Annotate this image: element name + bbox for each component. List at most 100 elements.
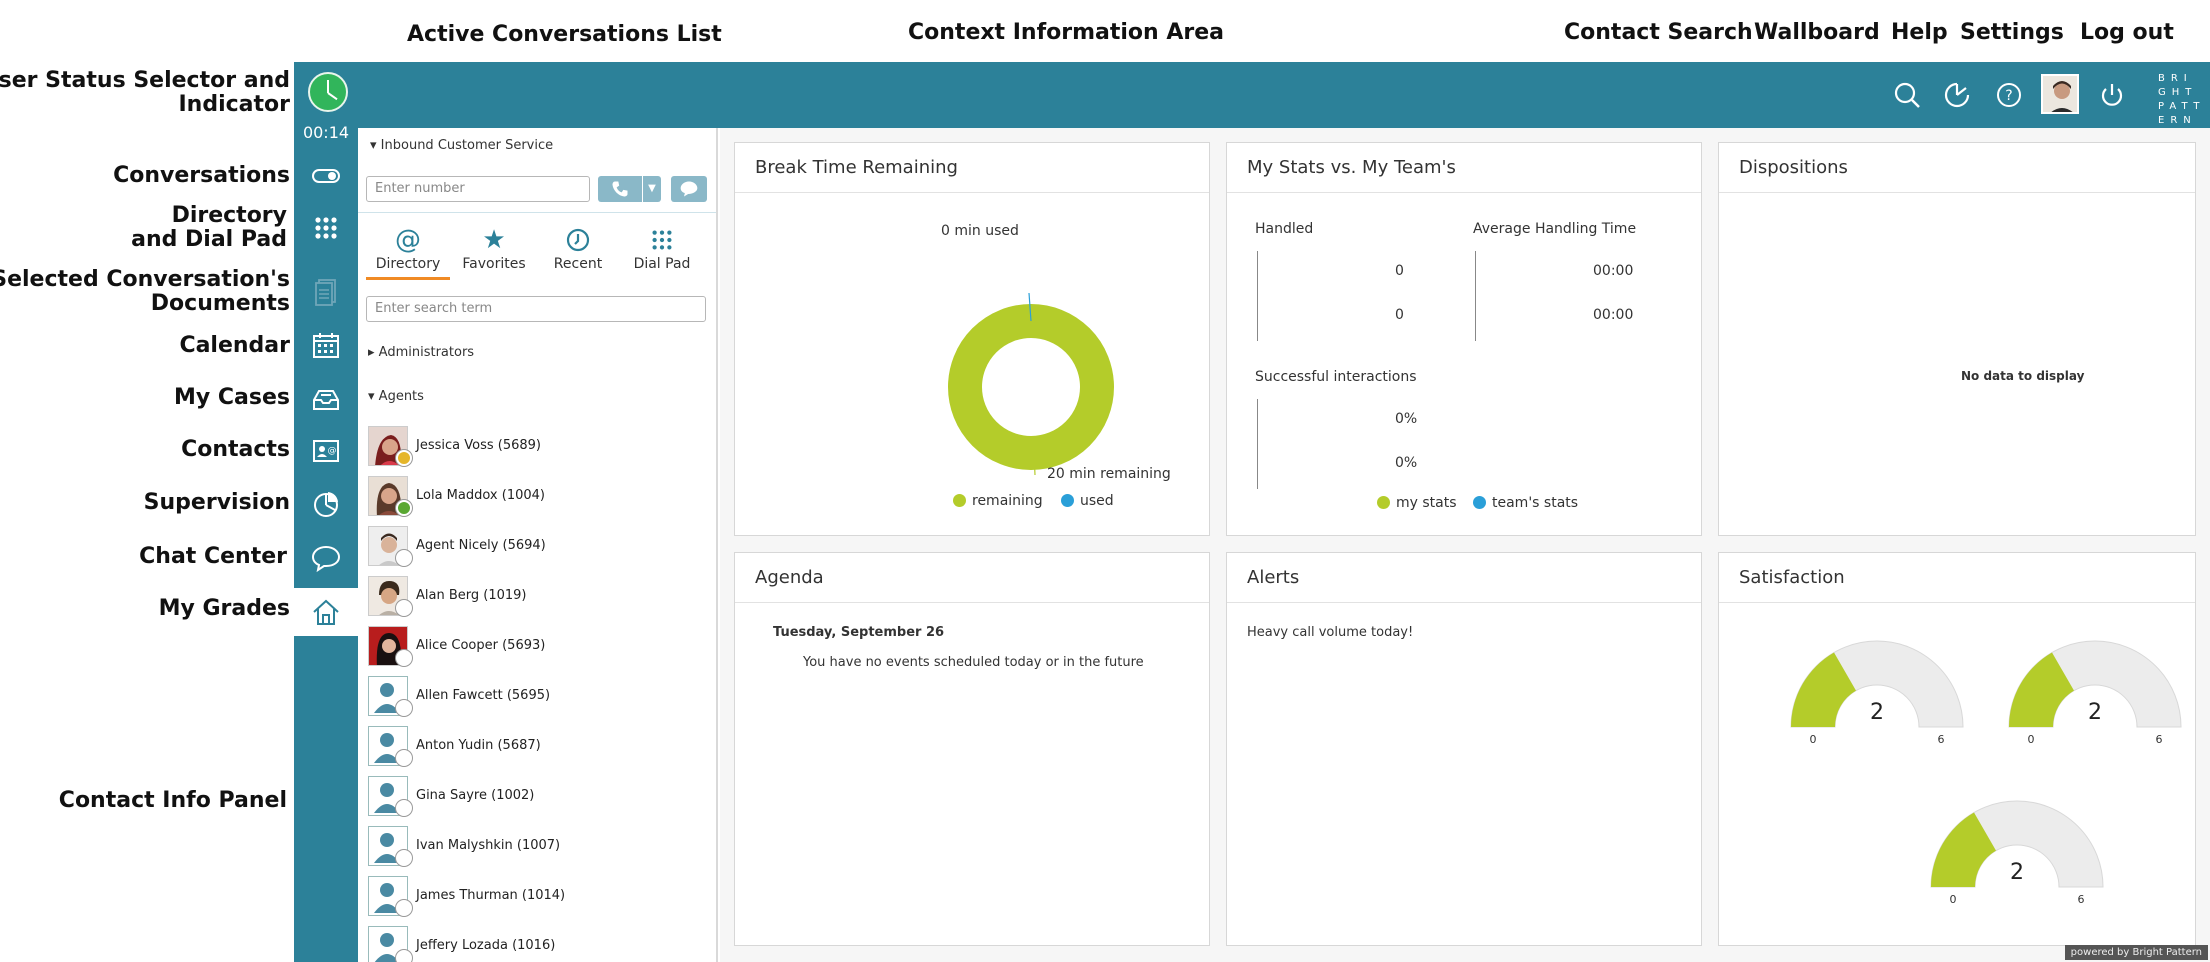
dialpad-icon[interactable] xyxy=(294,206,358,252)
documents-icon[interactable] xyxy=(294,268,358,314)
alerts-widget: Alerts Heavy call volume today! xyxy=(1226,552,1702,946)
aht-mine-value: 00:00 xyxy=(1593,263,1634,279)
contacts-icon[interactable]: @ xyxy=(294,428,358,474)
status-offline-icon xyxy=(396,950,412,962)
my-cases-icon[interactable] xyxy=(294,376,358,422)
gauge-max-label: 6 xyxy=(1938,733,1945,746)
satisfaction-widget: Satisfaction 2 0 6 2 0 6 2 0 6 xyxy=(1718,552,2196,946)
annotated-screenshot: Active Conversations List Context Inform… xyxy=(0,0,2210,962)
agent-name: Ivan Malyshkin (1007) xyxy=(416,838,561,853)
annotation-log-out: Log out xyxy=(2080,20,2174,45)
annotation-user-status: User Status Selector and xyxy=(0,68,290,93)
home-icon[interactable] xyxy=(294,588,358,636)
agent-name: James Thurman (1014) xyxy=(416,888,566,903)
chat-button[interactable] xyxy=(671,176,707,202)
group-administrators-label: Administrators xyxy=(378,345,475,360)
annotation-contact-search: Contact Search xyxy=(1564,20,1753,45)
tab-recent-label: Recent xyxy=(553,256,603,272)
handled-axis xyxy=(1257,251,1258,341)
legend-my-stats-label: my stats xyxy=(1396,495,1457,511)
agent-name: Jessica Voss (5689) xyxy=(416,438,541,453)
legend-my-stats: my stats xyxy=(1377,495,1457,511)
aht-label: Average Handling Time xyxy=(1473,221,1637,237)
at-icon: @ xyxy=(395,225,421,255)
agent-name: Anton Yudin (5687) xyxy=(416,738,541,753)
annotation-supervision: Supervision xyxy=(143,490,290,515)
list-item[interactable]: Gina Sayre (1002) xyxy=(368,774,708,818)
tab-favorites[interactable]: ★ Favorites xyxy=(452,224,536,280)
directory-panel: Inbound Customer Service Enter number ▼ … xyxy=(358,128,718,962)
star-icon: ★ xyxy=(482,225,506,255)
list-item[interactable]: Jessica Voss (5689) xyxy=(368,424,708,468)
list-item[interactable]: Alan Berg (1019) xyxy=(368,574,708,618)
successful-mine-value: 0% xyxy=(1395,411,1418,427)
number-input[interactable]: Enter number xyxy=(366,176,590,202)
annotation-directory-2: and Dial Pad xyxy=(131,227,287,252)
dial-options-chevron-down-icon[interactable]: ▼ xyxy=(643,176,661,202)
annotation-my-grades: My Grades xyxy=(158,596,290,621)
widget-title: Alerts xyxy=(1227,553,1701,603)
settings-avatar[interactable] xyxy=(2041,74,2079,114)
list-item[interactable]: Lola Maddox (1004) xyxy=(368,474,708,518)
my-stats-widget: My Stats vs. My Team's Handled 0 0 Avera… xyxy=(1226,142,1702,536)
user-status-clock-icon[interactable] xyxy=(308,72,348,112)
list-item[interactable]: Ivan Malyshkin (1007) xyxy=(368,824,708,868)
legend-dot xyxy=(953,494,966,507)
aht-team-value: 00:00 xyxy=(1593,307,1634,323)
calendar-icon[interactable] xyxy=(294,322,358,368)
legend-used: used xyxy=(1061,493,1114,509)
remaining-label: 20 min remaining xyxy=(1047,466,1171,482)
list-item[interactable]: Alice Cooper (5693) xyxy=(368,624,708,668)
widget-title: Satisfaction xyxy=(1719,553,2195,603)
tab-directory-label: Directory xyxy=(375,256,441,272)
list-item[interactable]: Anton Yudin (5687) xyxy=(368,724,708,768)
dial-button[interactable] xyxy=(598,176,642,202)
agent-name: Allen Fawcett (5695) xyxy=(416,688,551,703)
gauge-min-label: 0 xyxy=(1950,893,1957,906)
power-icon[interactable] xyxy=(2095,78,2129,112)
caret-down-icon: ▾ xyxy=(368,389,379,404)
help-icon[interactable]: ? xyxy=(1992,78,2026,112)
group-administrators[interactable]: ▸ Administrators xyxy=(368,345,474,360)
directory-search-input[interactable]: Enter search term xyxy=(366,296,706,322)
dialpad-icon xyxy=(620,224,704,256)
tab-directory[interactable]: @ Directory xyxy=(366,224,450,280)
tab-recent[interactable]: Recent xyxy=(536,224,620,280)
status-offline-icon xyxy=(396,800,412,816)
recent-icon xyxy=(536,224,620,256)
status-offline-icon xyxy=(396,550,412,566)
agenda-message: You have no events scheduled today or in… xyxy=(803,655,1144,670)
satisfaction-gauges: 2 0 6 2 0 6 2 0 6 xyxy=(1790,640,2182,906)
conversations-icon[interactable] xyxy=(294,153,358,199)
supervision-icon[interactable] xyxy=(294,481,358,527)
tab-dial-pad[interactable]: Dial Pad xyxy=(620,224,704,280)
wallboard-icon[interactable] xyxy=(1940,78,1974,112)
used-label: 0 min used xyxy=(941,223,1019,239)
legend-dot xyxy=(1377,496,1390,509)
agent-name: Jeffery Lozada (1016) xyxy=(416,938,556,953)
successful-axis xyxy=(1257,399,1258,489)
queue-selector[interactable]: Inbound Customer Service xyxy=(370,138,553,153)
list-item[interactable]: Allen Fawcett (5695) xyxy=(368,674,708,718)
list-item[interactable]: Agent Nicely (5694) xyxy=(368,524,708,568)
brand-logo: BRIGHTPATTERN xyxy=(2158,72,2206,128)
divider xyxy=(358,212,716,213)
annotation-conversations: Conversations xyxy=(113,163,290,188)
agenda-date: Tuesday, September 26 xyxy=(773,625,945,640)
chat-center-icon[interactable] xyxy=(294,535,358,581)
group-agents[interactable]: ▾ Agents xyxy=(368,389,424,404)
widget-title: Dispositions xyxy=(1719,143,2195,193)
annotation-active-conversations: Active Conversations List xyxy=(407,22,722,47)
gauge-value: 2 xyxy=(1870,700,1884,725)
widget-title: Agenda xyxy=(735,553,1209,603)
gauge-value: 2 xyxy=(2088,700,2102,725)
list-item[interactable]: James Thurman (1014) xyxy=(368,874,708,918)
break-time-widget: Break Time Remaining 0 min used 20 min r… xyxy=(734,142,1210,536)
group-agents-label: Agents xyxy=(378,389,424,404)
annotation-documents-2: Documents xyxy=(150,291,290,316)
status-offline-icon xyxy=(396,850,412,866)
list-item[interactable]: Jeffery Lozada (1016) xyxy=(368,924,708,962)
caret-right-icon: ▸ xyxy=(368,345,379,360)
contact-search-icon[interactable] xyxy=(1890,78,1924,112)
annotation-help: Help xyxy=(1891,20,1948,45)
